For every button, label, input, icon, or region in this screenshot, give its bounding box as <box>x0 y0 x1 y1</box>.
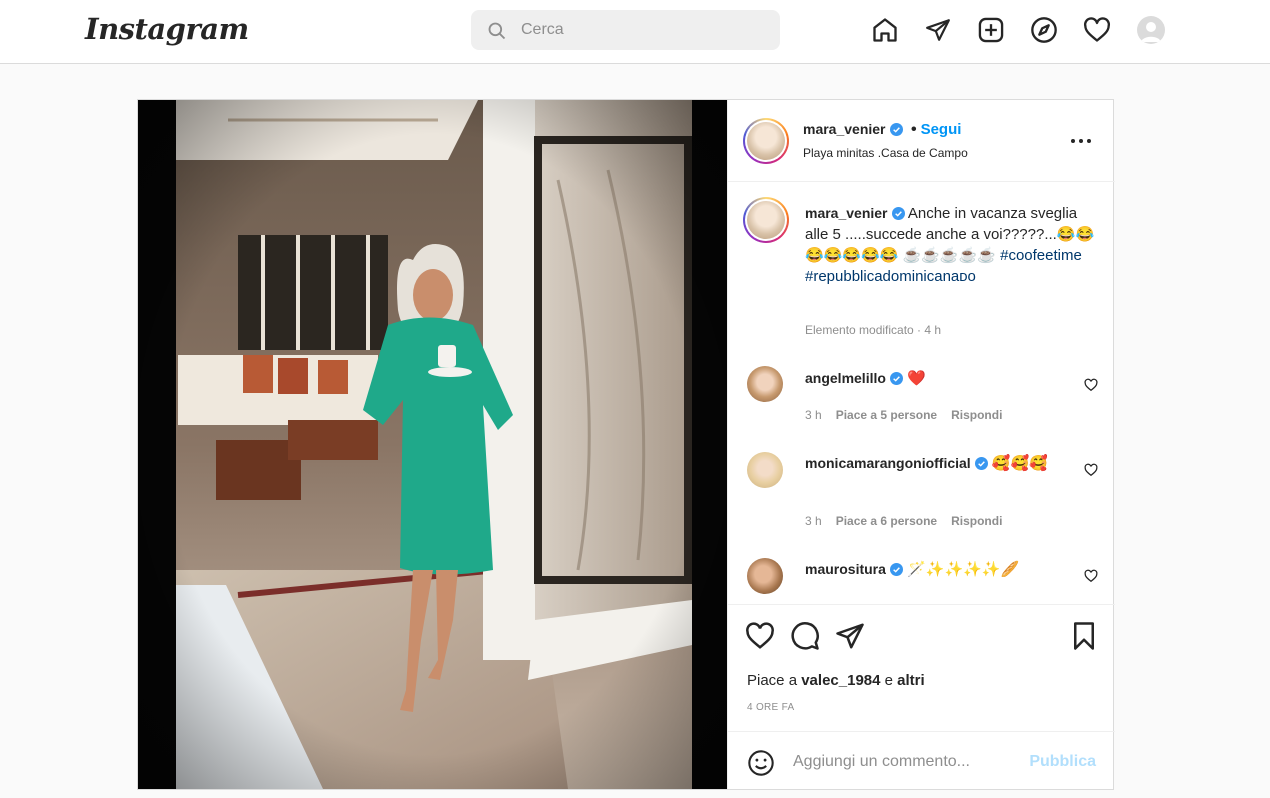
search-box[interactable] <box>471 10 780 50</box>
likes-summary: Piace a valec_1984 e altri <box>747 672 925 689</box>
comment-avatar[interactable] <box>747 366 783 402</box>
follow-button[interactable]: Segui <box>921 121 962 138</box>
more-options-icon[interactable] <box>1069 134 1093 148</box>
comment-username[interactable]: angelmelillo <box>805 370 886 386</box>
comment-item: monicamarangoniofficial 🥰🥰🥰 <box>805 453 1075 474</box>
post-location[interactable]: Playa minitas .Casa de Campo <box>803 146 968 160</box>
publish-button[interactable]: Pubblica <box>1029 753 1096 771</box>
search-input[interactable] <box>521 10 761 50</box>
verified-badge-icon <box>974 457 988 470</box>
verified-badge-icon <box>889 372 903 385</box>
direct-message-icon[interactable] <box>923 15 953 45</box>
comment-time: 3 h <box>805 514 822 528</box>
hashtag-link[interactable]: #coofeetime <box>1000 247 1082 264</box>
comment-meta: 3 h Piace a 6 persone Rispondi <box>805 514 1016 528</box>
author-username[interactable]: mara_venier <box>803 121 886 137</box>
likes-prefix: Piace a <box>747 672 798 689</box>
edited-label: Elemento modificato · 4 h <box>805 323 942 337</box>
comment-like-heart-icon[interactable] <box>1084 569 1098 583</box>
profile-avatar[interactable] <box>1137 16 1165 44</box>
post-header: mara_venier • Segui Playa minitas .Casa d… <box>728 100 1115 182</box>
comment-icon[interactable] <box>790 621 820 651</box>
comment-text: 🪄✨✨✨✨🥖 <box>907 561 1020 578</box>
comment-likes[interactable]: Piace a 6 persone <box>836 514 937 528</box>
new-post-icon[interactable] <box>976 15 1006 45</box>
comment-username[interactable]: monicamarangoniofficial <box>805 455 971 471</box>
share-icon[interactable] <box>835 621 865 651</box>
activity-heart-icon[interactable] <box>1082 15 1112 45</box>
top-navigation-bar: Instagram <box>0 0 1270 64</box>
comment-input[interactable] <box>793 746 1013 778</box>
post-timestamp[interactable]: 4 ORE FA <box>747 702 794 713</box>
comment-username[interactable]: maurositura <box>805 561 886 577</box>
search-icon <box>488 22 506 40</box>
comments-section[interactable]: mara_venier Anche in vacanza sveglia all… <box>728 183 1115 604</box>
comment-item: angelmelillo ❤️ <box>805 368 1075 389</box>
caption-author-avatar[interactable] <box>743 197 789 243</box>
comment-likes[interactable]: Piace a 5 persone <box>836 408 937 422</box>
verified-badge-icon <box>889 563 903 576</box>
comment-like-heart-icon[interactable] <box>1084 378 1098 392</box>
post-actions: Piace a valec_1984 e altri 4 ORE FA <box>728 604 1115 731</box>
comment-avatar[interactable] <box>747 558 783 594</box>
comment-text: 🥰🥰🥰 <box>991 455 1048 472</box>
post-side-panel: mara_venier • Segui Playa minitas .Casa d… <box>727 100 1115 789</box>
save-bookmark-icon[interactable] <box>1069 621 1099 651</box>
others-likes-link[interactable]: altri <box>897 672 925 689</box>
like-heart-icon[interactable] <box>745 621 775 651</box>
home-icon[interactable] <box>870 15 900 45</box>
instagram-logo[interactable]: Instagram <box>85 12 249 46</box>
reply-button[interactable]: Rispondi <box>951 514 1002 528</box>
comment-like-heart-icon[interactable] <box>1084 463 1098 477</box>
caption-username[interactable]: mara_venier <box>805 205 888 221</box>
hashtag-link[interactable]: #repubblicadominicanaᴅᴏ <box>805 268 976 285</box>
comment-time: 3 h <box>805 408 822 422</box>
add-comment-bar: Pubblica <box>728 731 1115 789</box>
author-avatar[interactable] <box>743 118 789 164</box>
emoji-icon[interactable] <box>747 749 775 777</box>
follow-separator: • <box>910 121 917 138</box>
explore-icon[interactable] <box>1029 15 1059 45</box>
comment-meta: 3 h Piace a 5 persone Rispondi <box>805 408 1016 422</box>
comment-item: maurositura 🪄✨✨✨✨🥖 <box>805 559 1075 580</box>
comment-text: ❤️ <box>907 370 926 387</box>
caption: mara_venier Anche in vacanza sveglia all… <box>805 203 1095 287</box>
comment-avatar[interactable] <box>747 452 783 488</box>
reply-button[interactable]: Rispondi <box>951 408 1002 422</box>
liker-username[interactable]: valec_1984 <box>801 672 880 689</box>
verified-badge-icon <box>891 207 905 220</box>
post-card: mara_venier • Segui Playa minitas .Casa d… <box>137 99 1115 790</box>
post-photo[interactable] <box>138 100 727 789</box>
likes-joiner: e <box>884 672 893 689</box>
verified-badge-icon <box>889 123 903 136</box>
